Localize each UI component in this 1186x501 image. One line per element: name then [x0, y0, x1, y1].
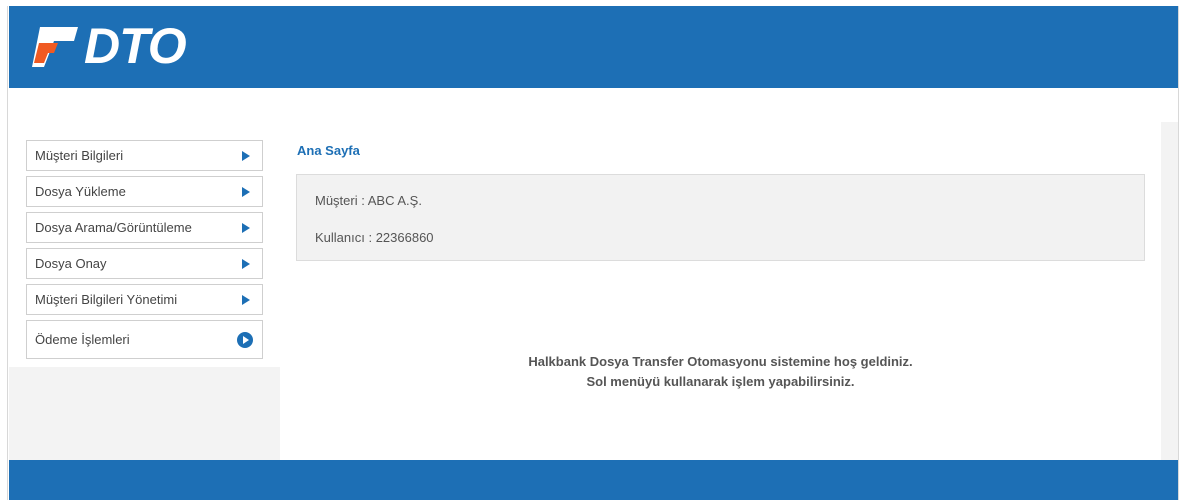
user-info-box: Müşteri : ABC A.Ş. Kullanıcı : 22366860 — [296, 174, 1145, 261]
sidebar-item-musteri-bilgileri[interactable]: Müşteri Bilgileri — [26, 140, 263, 171]
sidebar-item-label: Dosya Onay — [35, 256, 107, 271]
customer-info: Müşteri : ABC A.Ş. — [315, 193, 422, 208]
sidebar-item-dosya-yukleme[interactable]: Dosya Yükleme — [26, 176, 263, 207]
sidebar-item-label: Müşteri Bilgileri Yönetimi — [35, 292, 178, 307]
sidebar-item-musteri-bilgileri-yonetimi[interactable]: Müşteri Bilgileri Yönetimi — [26, 284, 263, 315]
content-right-strip — [1161, 122, 1178, 460]
sidebar-item-label: Dosya Arama/Görüntüleme — [35, 220, 192, 235]
logo-text: DTO — [84, 18, 187, 74]
sidebar-background — [9, 367, 280, 460]
footer-bar — [9, 460, 1178, 500]
page-title: Ana Sayfa — [297, 143, 360, 158]
sidebar-item-dosya-onay[interactable]: Dosya Onay — [26, 248, 263, 279]
welcome-line-2: Sol menüyü kullanarak işlem yapabilirsin… — [586, 374, 855, 389]
triangle-arrow-icon — [242, 294, 250, 305]
sidebar-menu: Müşteri Bilgileri Dosya Yükleme Dosya Ar… — [26, 140, 263, 359]
welcome-message: Halkbank Dosya Transfer Otomasyonu siste… — [296, 352, 1145, 392]
logo-mark-icon — [32, 27, 78, 67]
sidebar-item-label: Ödeme İşlemleri — [35, 332, 130, 347]
circle-arrow-icon — [237, 331, 253, 348]
header-bar: DTO — [9, 6, 1178, 88]
triangle-arrow-icon — [242, 222, 250, 233]
dto-logo[interactable]: DTO — [30, 18, 187, 74]
sidebar-item-label: Müşteri Bilgileri — [35, 148, 124, 163]
sidebar-item-odeme-islemleri[interactable]: Ödeme İşlemleri — [26, 320, 263, 359]
sidebar-item-label: Dosya Yükleme — [35, 184, 126, 199]
welcome-line-1: Halkbank Dosya Transfer Otomasyonu siste… — [528, 354, 913, 369]
user-info: Kullanıcı : 22366860 — [315, 230, 434, 245]
triangle-arrow-icon — [242, 258, 250, 269]
sidebar-item-dosya-arama[interactable]: Dosya Arama/Görüntüleme — [26, 212, 263, 243]
triangle-arrow-icon — [242, 150, 250, 161]
triangle-arrow-icon — [242, 186, 250, 197]
